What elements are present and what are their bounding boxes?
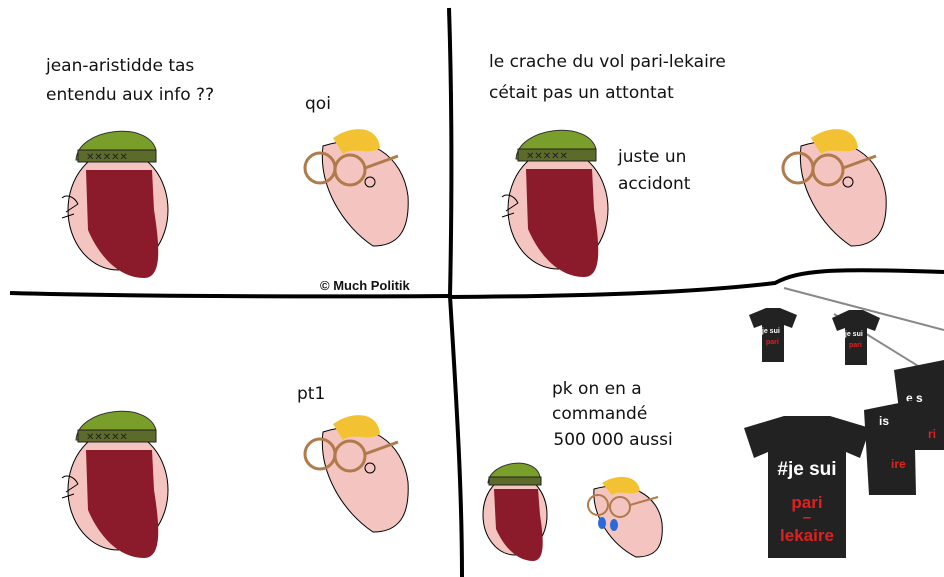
tshirt-main: #je sui pari – lekaire (744, 416, 870, 558)
blond-man-1 (303, 129, 409, 247)
svg-text:✕✕✕✕✕: ✕✕✕✕✕ (526, 151, 568, 162)
speech-line-2: cétait pas un attontat (489, 83, 674, 103)
blond-man-3 (303, 415, 409, 533)
speech-line-2: entendu aux info ?? (46, 85, 215, 105)
speech-line-1: le crache du vol pari-lekaire (489, 52, 726, 72)
svg-text:✕✕✕✕✕: ✕✕✕✕✕ (86, 432, 128, 443)
svg-text:pari: pari (849, 342, 862, 349)
speech-line-2: commandé (552, 404, 648, 424)
speech-line-3: 500 000 aussi (548, 430, 673, 450)
svg-text:ire: ire (891, 457, 906, 471)
bearded-man-1: ✕✕✕✕✕ (61, 130, 169, 278)
speech-line-1: jean-aristidde tas (46, 56, 195, 76)
credit: © Much Politik (320, 278, 410, 293)
svg-text:ri: ri (928, 427, 936, 441)
shirt-line-1: #je sui (777, 459, 836, 480)
tshirt-rack: #je sui pari #je sui pari e s ri is ire … (744, 287, 944, 558)
speech-pt1: pt1 (297, 384, 326, 404)
tear-icon (598, 517, 606, 529)
crying-blond-man (587, 476, 663, 558)
shirt-line-3: – (803, 509, 811, 526)
bearded-man-2: ✕✕✕✕✕ (501, 129, 609, 277)
tshirt-small: #je sui pari (749, 308, 797, 362)
comic-strip: jean-aristidde tas entendu aux info ?? q… (0, 0, 944, 577)
svg-text:#je sui: #je sui (841, 331, 863, 338)
svg-text:pari: pari (766, 339, 779, 346)
speech-line-3: juste un (618, 147, 687, 167)
svg-text:is: is (879, 414, 889, 428)
speech-line-4: accidont (618, 174, 691, 194)
bearded-man-3: ✕✕✕✕✕ (61, 410, 169, 558)
svg-text:#je sui: #je sui (758, 328, 780, 335)
svg-text:✕✕✕✕✕: ✕✕✕✕✕ (86, 152, 128, 163)
shirt-line-4: lekaire (780, 526, 834, 545)
blond-man-2 (781, 129, 887, 247)
tshirt-mid: is ire (864, 400, 916, 495)
speech-qoi: qoi (305, 94, 331, 114)
bearded-man-4 (482, 462, 548, 561)
